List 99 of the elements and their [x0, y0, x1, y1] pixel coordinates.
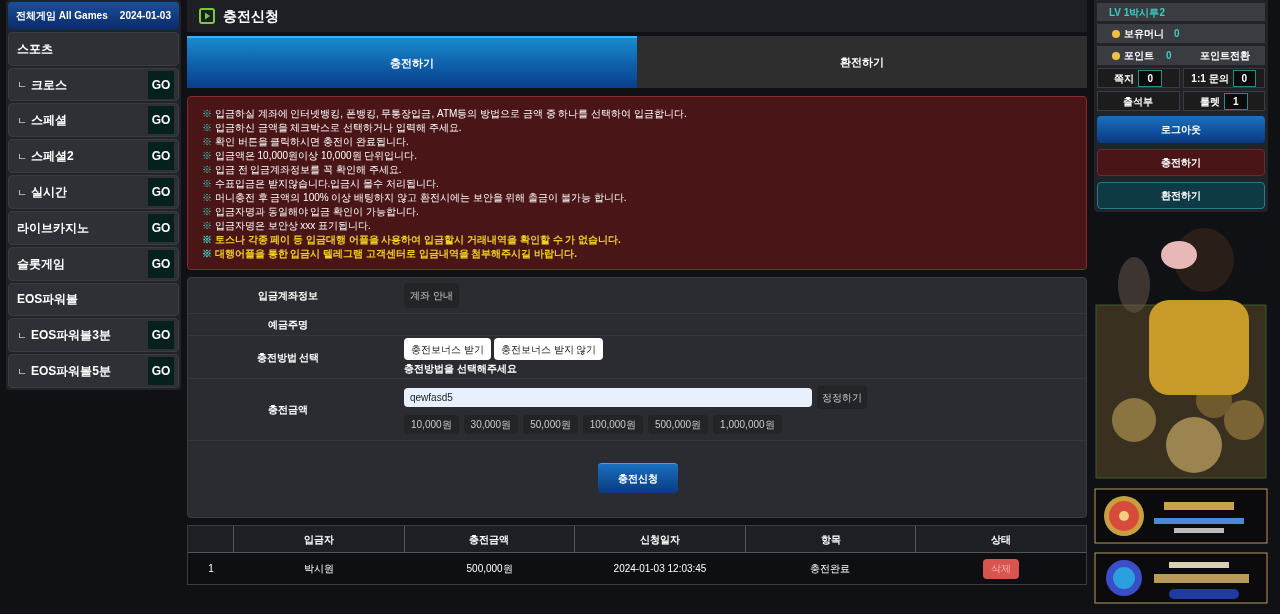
notice-line: ※ 토스나 각종 페이 등 입금대행 어플을 사용하여 입금할시 거래내역을 확인할 수 가 없습니다.: [202, 233, 622, 246]
sub-mark: ㄴ: [17, 78, 27, 93]
table-cell-text: 충전완료: [809, 562, 852, 576]
memo-button[interactable]: 쪽지 0: [1097, 68, 1180, 88]
table-cell-text: 500,000원: [465, 562, 514, 576]
sidebar-item[interactable]: ㄴ 크로스 GO: [8, 67, 179, 102]
level-text: LV 1박시루2: [1109, 5, 1165, 20]
menu-label: 스페셜2: [31, 148, 74, 166]
inquiry-label: 1:1 문의: [1191, 71, 1229, 86]
column-header: 입금자: [234, 526, 405, 552]
play-icon: [199, 8, 215, 24]
point-convert-link[interactable]: 포인트전환: [1200, 48, 1250, 63]
menu-label: EOS파워볼3분: [31, 327, 111, 345]
amount-chip[interactable]: 100,000원: [582, 414, 643, 434]
column-header: 항목: [745, 526, 917, 552]
tab[interactable]: 환전하기: [637, 36, 1087, 88]
go-button[interactable]: GO: [148, 357, 174, 386]
amount-chip[interactable]: 10,000원: [404, 414, 459, 434]
logout-button[interactable]: 로그아웃: [1097, 116, 1265, 143]
notice-line: ※ 입금자명과 동일해야 입금 확인이 가능합니다.: [202, 205, 420, 218]
roulette-label: 룰렛: [1199, 94, 1220, 109]
go-button[interactable]: GO: [148, 178, 174, 206]
notice-line: ※ 대행어플을 통한 입금시 텔레그램 고객센터로 입금내역을 첨부해주시길 바랍니다.: [202, 247, 578, 260]
field-label: 예금주명: [267, 318, 309, 332]
table-cell-text: 2024-01-03 12:03:45: [612, 562, 708, 576]
notice-line: ※ 입금하신 금액을 체크박스로 선택하거나 입력해 주세요.: [202, 121, 463, 134]
point-value: 0: [1166, 49, 1172, 63]
menu-label: 실시간: [31, 184, 67, 201]
memo-label: 쪽지: [1114, 71, 1135, 86]
method-button[interactable]: 충전보너스 받기: [404, 338, 491, 360]
go-button[interactable]: GO: [148, 70, 174, 99]
attendance-button[interactable]: 출석부: [1097, 91, 1180, 111]
column-header: 상태: [990, 532, 1013, 547]
coin-icon: [1112, 29, 1120, 38]
coin-icon: [1112, 51, 1120, 60]
column-header: 충전금액: [404, 526, 576, 552]
notice-line: ※ 확인 버튼을 클릭하시면 충전이 완료됩니다.: [202, 135, 410, 148]
sidebar-date: 2024-01-03: [119, 9, 171, 24]
go-button[interactable]: GO: [148, 142, 174, 171]
sub-mark: ㄴ: [17, 328, 27, 343]
field-label: 충전방법 선택: [255, 350, 321, 365]
sidebar-item[interactable]: ㄴ 스페셜2 GO: [8, 139, 179, 174]
inquiry-button[interactable]: 1:1 문의 0: [1182, 68, 1265, 88]
amount-chip[interactable]: 30,000원: [463, 414, 519, 434]
notice-line: ※ 머니충전 후 금액의 100% 이상 배팅하지 않고 환전시에는 보안을 위해 출금이 불가능 합니다.: [202, 191, 628, 204]
sub-mark: ㄴ: [17, 149, 27, 164]
notice-line: ※ 입금 전 입금계좌정보를 꼭 확인해 주세요.: [202, 163, 403, 176]
sidebar-item[interactable]: 스포츠: [8, 31, 179, 66]
submit-button[interactable]: 충전신청: [598, 463, 678, 493]
go-button[interactable]: GO: [148, 321, 174, 350]
sidebar-item[interactable]: ㄴ EOS파워볼5분 GO: [8, 354, 179, 388]
menu-label: 슬롯게임: [17, 255, 65, 273]
roulette-button[interactable]: 룰렛 1: [1182, 91, 1265, 111]
amount-chip[interactable]: 1,000,000원: [713, 414, 782, 434]
sidebar-title: 전체게임 All Games: [16, 9, 108, 24]
notice-line: ※ 입금액은 10,000원이상 10,000원 단위입니다.: [202, 149, 419, 162]
menu-label: 라이브카지노: [17, 219, 89, 237]
amount-chip[interactable]: 500,000원: [647, 414, 709, 434]
menu-label: 스포츠: [17, 40, 53, 58]
sub-mark: ㄴ: [17, 185, 27, 200]
deposit-button[interactable]: 충전하기: [1097, 149, 1265, 176]
method-button[interactable]: 충전보너스 받지 않기: [493, 338, 604, 360]
field-label: 입금계좌정보: [257, 289, 319, 303]
menu-label: EOS파워볼: [17, 291, 79, 309]
tab[interactable]: 충전하기: [187, 36, 637, 88]
table-cell-text: 박시원: [303, 562, 336, 576]
column-header: 신청일자: [575, 526, 746, 552]
menu-label: 스페셜: [31, 112, 67, 130]
withdraw-button[interactable]: 환전하기: [1097, 182, 1265, 209]
point-label: 포인트: [1124, 49, 1154, 63]
go-button[interactable]: GO: [148, 213, 174, 242]
go-button[interactable]: GO: [148, 249, 174, 278]
reset-button[interactable]: 정정하기: [817, 385, 867, 409]
menu-label: 크로스: [31, 76, 67, 94]
money-value: 0: [1174, 27, 1180, 41]
money-label: 보유머니: [1124, 27, 1164, 41]
table-cell-text: 1: [207, 562, 215, 576]
sidebar-item[interactable]: ㄴ 스페셜 GO: [8, 103, 179, 138]
page-title: 충전신청: [223, 6, 279, 26]
memo-count: 0: [1138, 69, 1163, 87]
sidebar-item[interactable]: ㄴ 실시간 GO: [8, 175, 179, 209]
field-label: 충전금액: [267, 403, 309, 417]
amount-input[interactable]: qewfasd5: [404, 387, 812, 407]
menu-label: EOS파워볼5분: [31, 363, 111, 381]
sidebar-item[interactable]: ㄴ EOS파워볼3분 GO: [8, 318, 179, 353]
roulette-count: 1: [1223, 92, 1248, 110]
sub-mark: ㄴ: [17, 364, 27, 379]
go-button[interactable]: GO: [148, 106, 174, 135]
inquiry-count: 0: [1232, 69, 1257, 87]
sidebar-item[interactable]: 슬롯게임 GO: [8, 246, 179, 281]
sidebar-item[interactable]: EOS파워볼: [8, 282, 179, 317]
notice-line: ※ 입금자명은 보안상 xxx 표기됩니다.: [202, 219, 372, 232]
sub-mark: ㄴ: [17, 113, 27, 128]
amount-chip[interactable]: 50,000원: [523, 414, 578, 434]
notice-line: ※ 수표입금은 받지않습니다.입금시 몰수 처리됩니다.: [202, 177, 440, 190]
notice-line: ※ 입금하실 계좌에 인터넷뱅킹, 폰뱅킹, 무통장입금, ATM등의 방법으로 금액 중 하나를 선택하여 입금합니다.: [202, 107, 688, 120]
account-info-button[interactable]: 계좌 안내: [404, 283, 459, 308]
method-hint: 충전방법을 선택해주세요: [404, 362, 518, 376]
sidebar-item[interactable]: 라이브카지노 GO: [8, 210, 179, 245]
